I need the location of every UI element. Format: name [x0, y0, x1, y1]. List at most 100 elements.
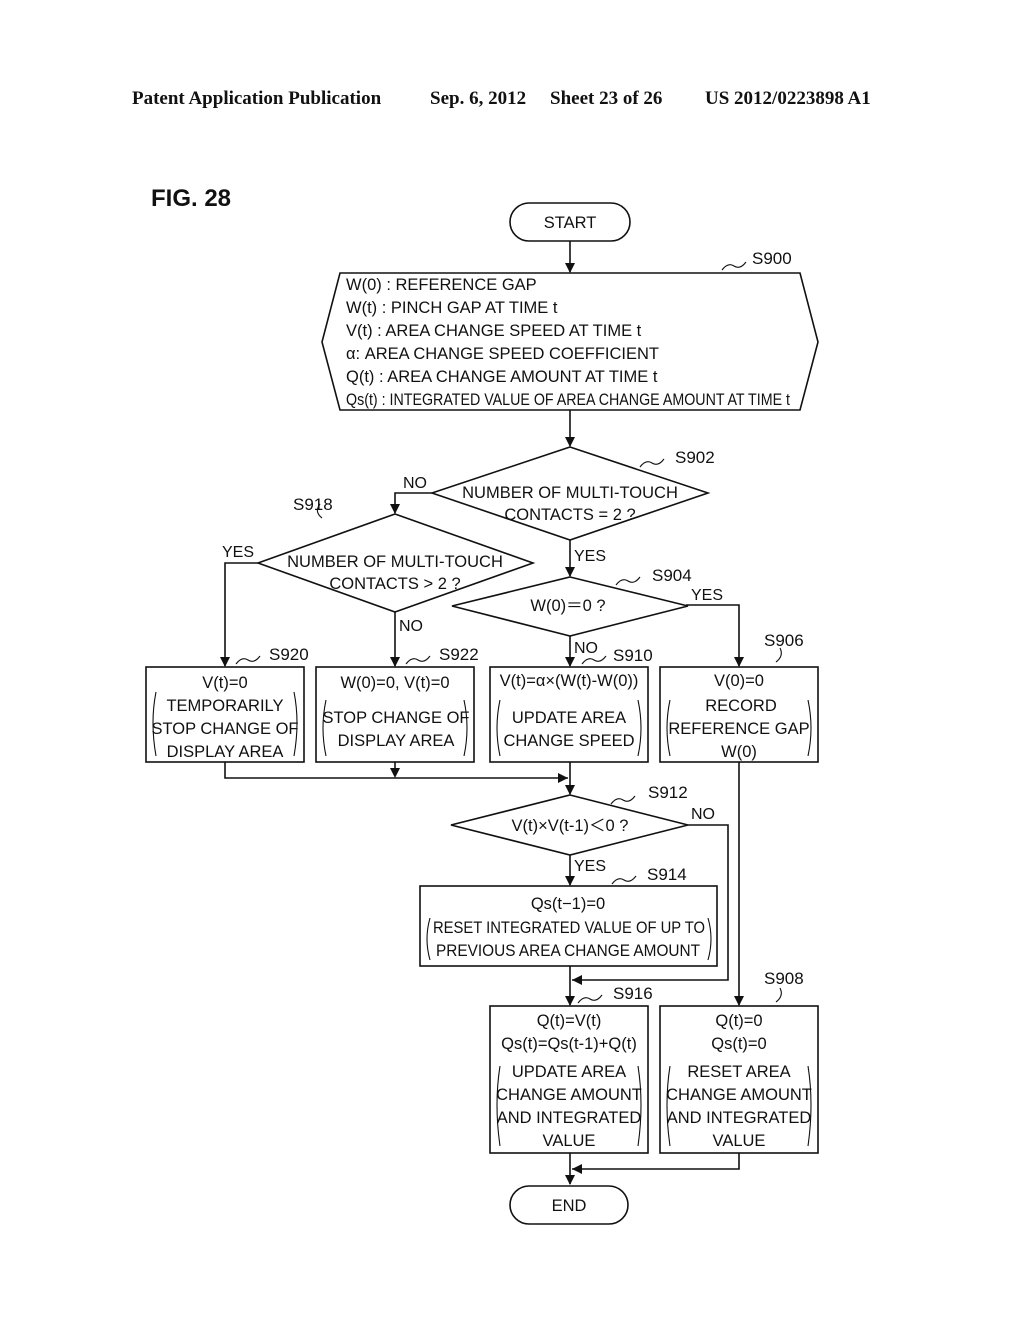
- s908-desc-2: CHANGE AMOUNT: [666, 1086, 812, 1104]
- arrow-head: [390, 768, 400, 778]
- s918-line-2: CONTACTS > 2 ?: [329, 575, 460, 593]
- s902-line-2: CONTACTS = 2 ?: [504, 506, 635, 524]
- s912-no-label: NO: [691, 806, 715, 823]
- s916-desc-1: UPDATE AREA: [512, 1063, 626, 1081]
- arrow-head: [572, 975, 582, 985]
- s910-leader: [581, 655, 607, 665]
- decision-s912: S912 V(t)×V(t-1)＜0 ? NO YES: [450, 783, 715, 875]
- s900-line-4: α: AREA CHANGE SPEED COEFFICIENT: [346, 345, 659, 363]
- flowchart: START S900 W(0) : REFERENCE GAP W(t) : P…: [145, 202, 819, 1225]
- s900-line-3: V(t) : AREA CHANGE SPEED AT TIME t: [346, 322, 642, 340]
- s920-leader: [235, 655, 261, 665]
- s906-ref: S906: [764, 631, 804, 650]
- s906-desc-2: REFERENCE GAP: [668, 720, 809, 738]
- s914-desc-1: RESET INTEGRATED VALUE OF UP TO: [433, 919, 705, 937]
- s908-ref: S908: [764, 969, 804, 988]
- s910-desc-1: UPDATE AREA: [512, 709, 626, 727]
- s902-no-label: NO: [403, 475, 427, 492]
- s922-leader: [405, 655, 431, 665]
- s922-ref: S922: [439, 645, 479, 664]
- s918-yes-label: YES: [222, 544, 254, 561]
- s916-desc-4: VALUE: [543, 1132, 596, 1150]
- s904-line-1: W(0)＝0 ?: [530, 597, 605, 615]
- s920-formula: V(t)=0: [202, 674, 247, 692]
- arrow-head: [565, 263, 575, 273]
- s900-line-6: Qs(t) : INTEGRATED VALUE OF AREA CHANGE …: [346, 391, 790, 409]
- arrow-head: [565, 876, 575, 886]
- s920-ref: S920: [269, 645, 309, 664]
- connector-s908-end: [572, 1153, 740, 1170]
- s900-line-5: Q(t) : AREA CHANGE AMOUNT AT TIME t: [346, 368, 658, 386]
- decision-s904: S904 W(0)＝0 ? YES NO: [451, 566, 723, 657]
- arrow-head: [565, 437, 575, 447]
- s906-desc-3: W(0): [721, 743, 757, 761]
- process-s916: S916 Q(t)=V(t) Qs(t)=Qs(t-1)+Q(t) UPDATE…: [489, 984, 653, 1154]
- start-terminator: START: [509, 202, 631, 242]
- s914-leader: [611, 875, 637, 885]
- s902-ref: S902: [675, 448, 715, 467]
- s908-formula-2: Qs(t)=0: [711, 1035, 766, 1053]
- s916-formula-1: Q(t)=V(t): [537, 1012, 602, 1030]
- process-s920: S920 V(t)=0 TEMPORARILY STOP CHANGE OF D…: [145, 645, 309, 763]
- s906-leader: [775, 647, 782, 663]
- s914-desc-2: PREVIOUS AREA CHANGE AMOUNT: [436, 942, 700, 960]
- s908-formula-1: Q(t)=0: [715, 1012, 762, 1030]
- arrow-head: [220, 657, 230, 667]
- s916-leader: [577, 994, 603, 1004]
- s902-line-1: NUMBER OF MULTI-TOUCH: [462, 484, 678, 502]
- start-label: START: [544, 214, 597, 232]
- s914-formula: Qs(t−1)=0: [531, 895, 605, 913]
- s910-desc-2: CHANGE SPEED: [503, 732, 634, 750]
- s912-yes-label: YES: [574, 858, 606, 875]
- arrow-head: [734, 657, 744, 667]
- s922-formula: W(0)=0, V(t)=0: [340, 674, 449, 692]
- s916-ref: S916: [613, 984, 653, 1003]
- connector-s902-no: [394, 492, 432, 513]
- s908-desc-4: VALUE: [713, 1132, 766, 1150]
- s914-ref: S914: [647, 865, 687, 884]
- s912-leader: [610, 795, 636, 805]
- s916-formula-2: Qs(t)=Qs(t-1)+Q(t): [501, 1035, 637, 1053]
- s902-leader: [639, 458, 665, 468]
- s900-ref: S900: [752, 249, 792, 268]
- s908-desc-3: AND INTEGRATED: [667, 1109, 812, 1127]
- arrow-head: [565, 657, 575, 667]
- connector-s904-yes: [686, 604, 740, 666]
- s900-line-1: W(0) : REFERENCE GAP: [346, 276, 537, 294]
- arrow-head: [558, 773, 568, 783]
- s904-no-label: NO: [574, 640, 598, 657]
- s908-leader: [775, 987, 782, 1003]
- s904-ref: S904: [652, 566, 692, 585]
- s900-leader: [721, 261, 747, 271]
- s904-leader: [615, 576, 641, 586]
- s916-desc-3: AND INTEGRATED: [497, 1109, 642, 1127]
- arrow-head: [734, 996, 744, 1006]
- s912-line-1: V(t)×V(t-1)＜0 ?: [512, 817, 629, 835]
- s922-desc-2: DISPLAY AREA: [338, 732, 455, 750]
- s922-desc-1: STOP CHANGE OF: [322, 709, 469, 727]
- arrow-head: [565, 1175, 575, 1185]
- s906-formula: V(0)=0: [714, 672, 764, 690]
- s920-desc-2: STOP CHANGE OF: [151, 720, 298, 738]
- s910-formula: V(t)=α×(W(t)-W(0)): [500, 672, 639, 690]
- s908-desc-1: RESET AREA: [687, 1063, 790, 1081]
- s920-desc-3: DISPLAY AREA: [167, 743, 284, 761]
- arrow-head: [390, 657, 400, 667]
- arrow-head: [565, 996, 575, 1006]
- s904-yes-label: YES: [691, 587, 723, 604]
- connector-s918-yes: [224, 562, 258, 666]
- s918-ref: S918: [293, 495, 333, 514]
- arrow-head: [390, 504, 400, 514]
- arrow-head: [565, 567, 575, 577]
- process-s922: S922 W(0)=0, V(t)=0 STOP CHANGE OF DISPL…: [315, 645, 479, 763]
- s918-no-label: NO: [399, 618, 423, 635]
- s900-line-2: W(t) : PINCH GAP AT TIME t: [346, 299, 558, 317]
- s912-ref: S912: [648, 783, 688, 802]
- end-label: END: [552, 1197, 587, 1215]
- s918-line-1: NUMBER OF MULTI-TOUCH: [287, 553, 503, 571]
- s916-desc-2: CHANGE AMOUNT: [496, 1086, 642, 1104]
- s906-desc-1: RECORD: [705, 697, 777, 715]
- end-terminator: END: [509, 1185, 629, 1225]
- s910-ref: S910: [613, 646, 653, 665]
- arrow-head: [565, 785, 575, 795]
